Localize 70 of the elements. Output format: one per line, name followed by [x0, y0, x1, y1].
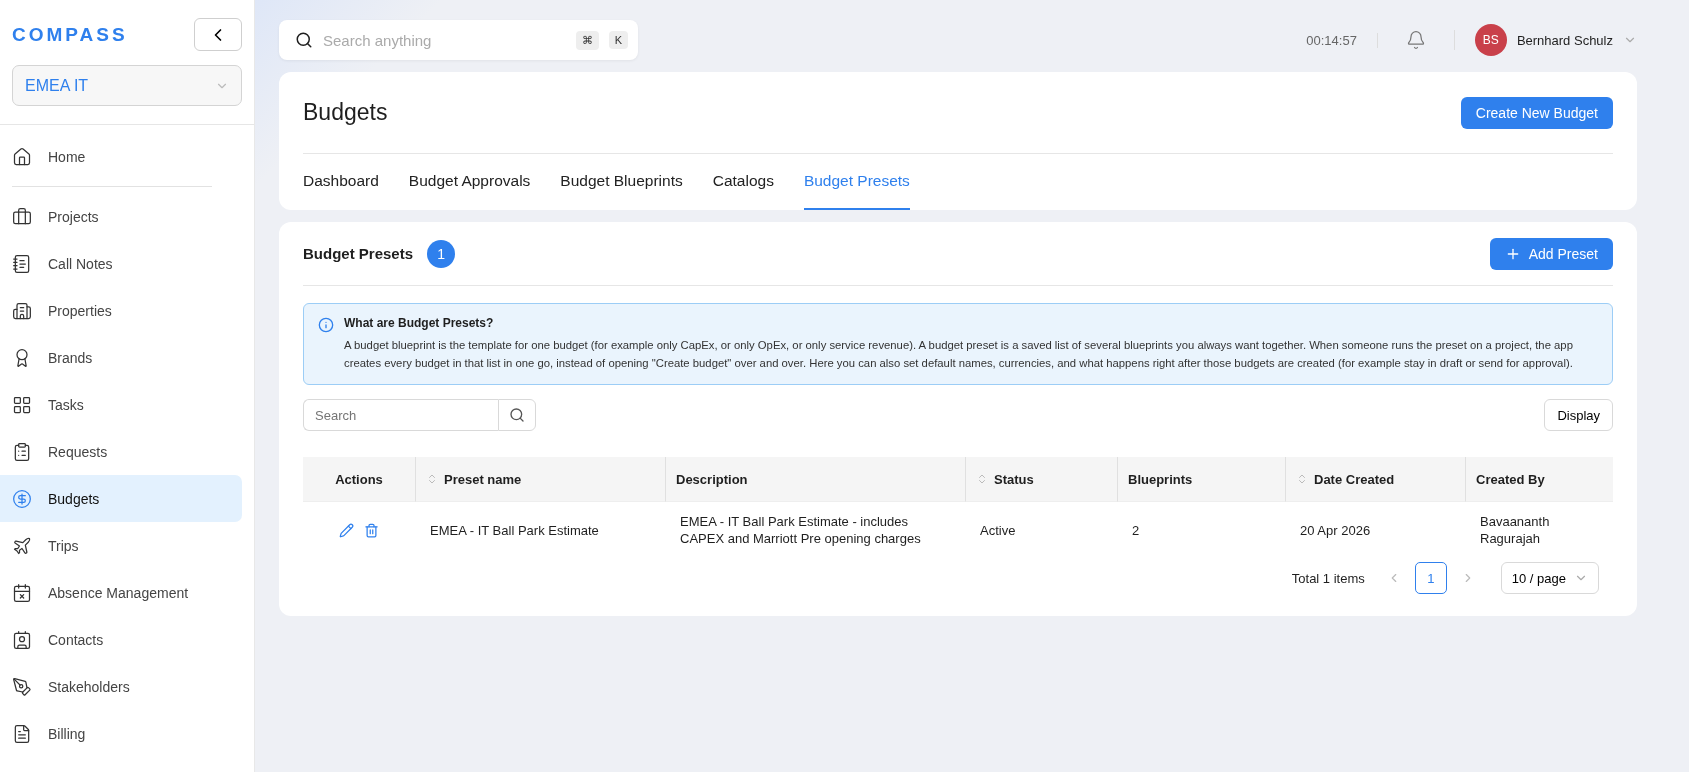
display-button[interactable]: Display: [1544, 399, 1613, 431]
house-icon: [12, 146, 32, 167]
search-button[interactable]: [498, 399, 536, 431]
column-header[interactable]: Date Created: [1285, 457, 1465, 502]
total-items: Total 1 items: [1291, 570, 1365, 586]
key-hint: K: [608, 31, 628, 49]
contact-card-icon: [12, 629, 32, 650]
sidebar-item[interactable]: Home: [0, 133, 242, 180]
create-budget-button[interactable]: Create New Budget: [1460, 96, 1613, 129]
column-header: Description: [665, 457, 965, 502]
sidebar-item[interactable]: Trips: [0, 522, 242, 569]
search-field[interactable]: Search anything ⌘ K: [279, 20, 638, 60]
pen-nib-icon: [12, 676, 32, 697]
sidebar-item[interactable]: Budgets: [0, 475, 242, 522]
page-button[interactable]: 1: [1414, 562, 1447, 594]
column-header: Created By: [1465, 457, 1613, 502]
table-cell-text: 20 Apr 2026: [1299, 521, 1372, 540]
sidebar-item[interactable]: Contacts: [0, 616, 242, 663]
sidebar-item[interactable]: Properties: [0, 287, 242, 334]
info-title: What are Budget Presets?: [344, 316, 495, 330]
table-cell-text: 2: [1131, 521, 1141, 540]
info-icon: [318, 317, 334, 333]
sidebar-item[interactable]: Requests: [0, 428, 242, 475]
document-icon: [12, 723, 32, 744]
tab[interactable]: Dashboard: [303, 154, 379, 210]
column-header[interactable]: Preset name: [415, 457, 665, 502]
building-icon: [12, 300, 32, 321]
table-cell-text: EMEA - IT Ball Park Estimate: [429, 521, 600, 540]
search-field[interactable]: Search: [303, 399, 498, 431]
count-badge: 1: [427, 239, 456, 268]
plane-icon: [12, 535, 32, 556]
notebook-icon: [12, 253, 32, 274]
column-header: Actions: [303, 457, 415, 502]
sidebar-item[interactable]: Tasks: [0, 381, 242, 428]
pencil-icon[interactable]: [339, 522, 354, 538]
timer: 00:14:57: [1306, 32, 1378, 48]
avatar: BS: [1474, 24, 1507, 56]
trash-icon[interactable]: [364, 522, 379, 538]
key-hint: ⌘: [575, 30, 599, 50]
dollar-icon: [12, 488, 32, 509]
logo: COMPASS: [12, 23, 128, 46]
add-preset-button[interactable]: Add Preset: [1489, 237, 1613, 270]
briefcase-icon: [12, 206, 32, 227]
page-size-select[interactable]: 10 / page: [1500, 562, 1599, 594]
sidebar-item[interactable]: Projects: [0, 193, 242, 240]
clipboard-icon: [12, 441, 32, 462]
search-icon: [509, 407, 525, 423]
tab[interactable]: Budget Blueprints: [560, 154, 683, 210]
sidebar-item[interactable]: Stakeholders: [0, 663, 242, 710]
calendar-icon: [12, 582, 32, 603]
sidebar-item[interactable]: Absence Management: [0, 569, 242, 616]
grid-icon: [12, 394, 32, 415]
table-cell-text: Active: [979, 521, 1017, 540]
info-text: A budget blueprint is the template for one budget (for example only CapEx, or only OpEx, or only service revenue). A budget preset is a saved list of several blueprints you always want together. When someone runs the preset on a project, the app creates every budget in that list in one go, instead of opening "Create budget" over and over. Here you can also set default names, currencies, and what happens right after those budgets are created (for example stay in draft or send for approval).: [344, 338, 1574, 371]
sidebar-item[interactable]: Brands: [0, 334, 242, 381]
tab[interactable]: Budget Presets: [803, 154, 910, 210]
section-title: Budget Presets: [303, 245, 414, 262]
page-title: Budgets: [303, 99, 388, 126]
sidebar-item[interactable]: Call Notes: [0, 240, 242, 287]
tab[interactable]: Catalogs: [712, 154, 774, 210]
search-icon: [295, 31, 313, 49]
tab[interactable]: Budget Approvals: [408, 154, 531, 210]
workspace-select[interactable]: EMEA IT: [12, 65, 242, 106]
column-header: Blueprints: [1117, 457, 1285, 502]
table-cell-text: Bavaananth Ragurajah: [1479, 513, 1551, 548]
sidebar-item[interactable]: Billing: [0, 710, 242, 757]
user-name[interactable]: Bernhard Schulz: [1516, 32, 1613, 48]
column-header[interactable]: Status: [965, 457, 1117, 502]
table-cell-text: EMEA - IT Ball Park Estimate - includes CAPEX and Marriott Pre opening charges: [679, 513, 922, 548]
bell-icon[interactable]: [1405, 30, 1426, 50]
